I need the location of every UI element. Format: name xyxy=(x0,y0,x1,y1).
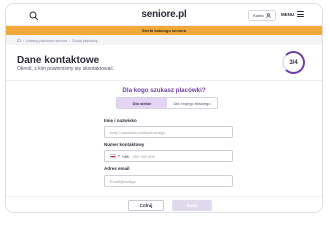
back-button[interactable]: Cofnij xyxy=(128,200,164,211)
page-title: Dane kontaktowe xyxy=(17,55,100,66)
recipient-toggle: Dla siebie Dla mojego bliskiego xyxy=(116,97,218,109)
name-placeholder: Imię i nazwisko podopiecznego xyxy=(110,129,166,135)
poland-flag-icon xyxy=(110,154,116,158)
divider xyxy=(6,80,322,81)
breadcrumb-separator: › xyxy=(23,38,25,43)
email-placeholder: Email@mailge xyxy=(110,178,136,184)
home-icon[interactable] xyxy=(17,38,21,43)
email-label: Adres email xyxy=(104,166,130,171)
menu-button[interactable]: MENU xyxy=(281,11,305,17)
step-indicator: 3/4 xyxy=(282,51,305,74)
recipient-question: Dla kogo szukasz placówki? xyxy=(122,87,206,94)
page-subtitle: Określ, z kim powinniśmy się skontaktowa… xyxy=(17,66,115,72)
name-label: Imię i nazwisko xyxy=(104,118,137,123)
hamburger-icon xyxy=(297,11,305,17)
chevron-down-icon: ▾ xyxy=(118,154,120,158)
email-field[interactable]: Email@mailge xyxy=(104,175,233,187)
breadcrumb: › Katalog placówek seniora › Dodaj placó… xyxy=(17,38,98,43)
phone-prefix: +48 xyxy=(121,153,129,159)
name-field[interactable]: Imię i nazwisko podopiecznego xyxy=(104,126,233,138)
top-bar: seniore.pl Konto MENU xyxy=(6,4,322,26)
form-footer: Cofnij Dalej xyxy=(6,196,322,212)
country-code-select[interactable]: ▾ +48 xyxy=(110,154,129,159)
option-for-self[interactable]: Dla siebie xyxy=(117,98,167,108)
menu-label: MENU xyxy=(281,11,295,17)
breadcrumb-item-current: Dodaj placówkę xyxy=(72,38,98,43)
option-for-relative[interactable]: Dla mojego bliskiego xyxy=(167,98,217,108)
user-icon xyxy=(266,12,271,19)
breadcrumb-separator: › xyxy=(69,38,71,43)
account-label: Konto xyxy=(253,13,264,18)
app-window: seniore.pl Konto MENU Strefa katalogu se… xyxy=(5,3,323,213)
account-button[interactable]: Konto xyxy=(248,10,276,21)
contact-form-card: Dane kontaktowe Określ, z kim powinniśmy… xyxy=(6,45,322,212)
next-button[interactable]: Dalej xyxy=(172,200,212,211)
phone-label: Numer kontaktowy xyxy=(104,142,145,147)
phone-field[interactable]: ▾ +48 000 000 000 xyxy=(104,150,233,162)
phone-placeholder: 000 000 000 xyxy=(132,153,155,159)
promo-banner[interactable]: Strefa katalogu seniora xyxy=(6,26,322,35)
breadcrumb-item[interactable]: Katalog placówek seniora xyxy=(26,39,67,43)
